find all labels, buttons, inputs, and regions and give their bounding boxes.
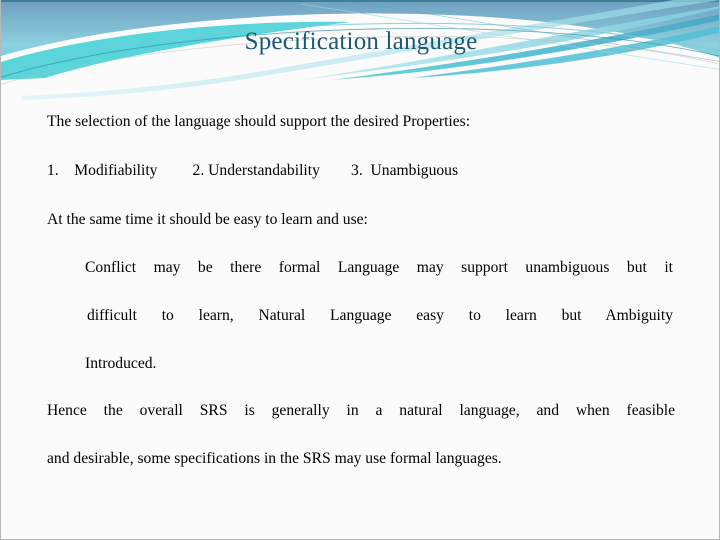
slide-body: The selection of the language should sup… xyxy=(47,104,675,469)
hence-line-1: Hence the overall SRS is generally in a … xyxy=(47,402,675,419)
conflict-line-1: Conflict may be there formal Language ma… xyxy=(85,259,673,276)
conflict-paragraph: Conflict may be there formal Language ma… xyxy=(85,258,673,374)
same-time-paragraph: At the same time it should be easy to le… xyxy=(47,211,368,228)
intro-paragraph: The selection of the language should sup… xyxy=(47,113,471,130)
conflict-line-2: difficult to learn, Natural Language eas… xyxy=(87,307,673,324)
hence-line-2: and desirable, some specifications in th… xyxy=(47,450,502,467)
properties-list: 1. Modifiability 2. Understandability 3.… xyxy=(47,162,459,179)
conflict-line-3: Introduced. xyxy=(85,355,157,372)
slide-title: Specification language xyxy=(244,28,478,55)
slide-canvas: Specification language The selection of … xyxy=(0,0,720,540)
